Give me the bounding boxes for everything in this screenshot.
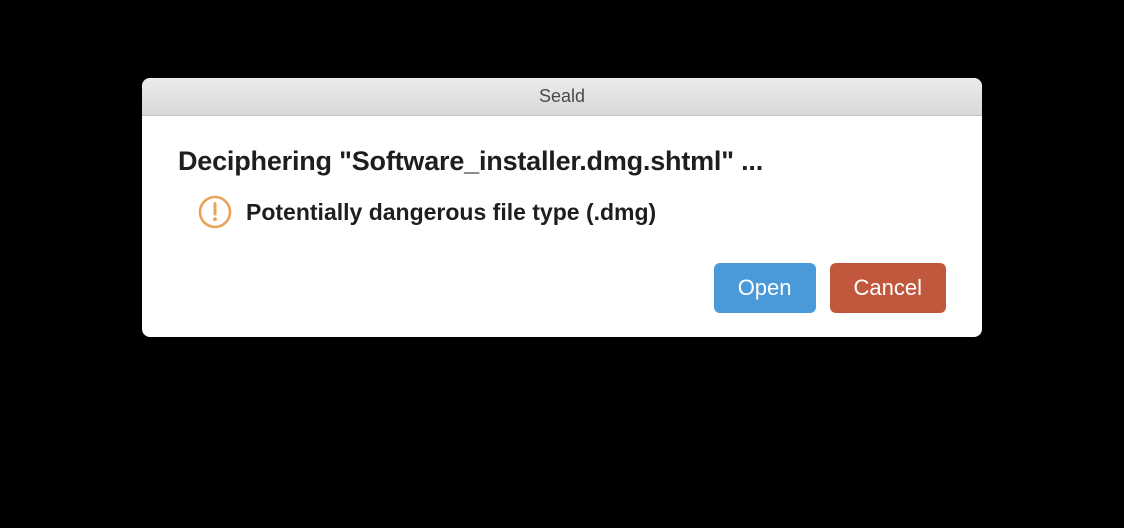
window-title: Seald — [539, 86, 585, 107]
warning-text: Potentially dangerous file type (.dmg) — [246, 199, 656, 226]
titlebar: Seald — [142, 78, 982, 116]
open-button[interactable]: Open — [714, 263, 816, 313]
dialog-window: Seald Deciphering "Software_installer.dm… — [142, 78, 982, 337]
dialog-body: Deciphering "Software_installer.dmg.shtm… — [142, 116, 982, 337]
button-row: Open Cancel — [178, 263, 946, 313]
dialog-heading: Deciphering "Software_installer.dmg.shtm… — [178, 146, 946, 177]
warning-row: Potentially dangerous file type (.dmg) — [198, 195, 946, 229]
cancel-button[interactable]: Cancel — [830, 263, 946, 313]
exclamation-circle-icon — [198, 195, 232, 229]
